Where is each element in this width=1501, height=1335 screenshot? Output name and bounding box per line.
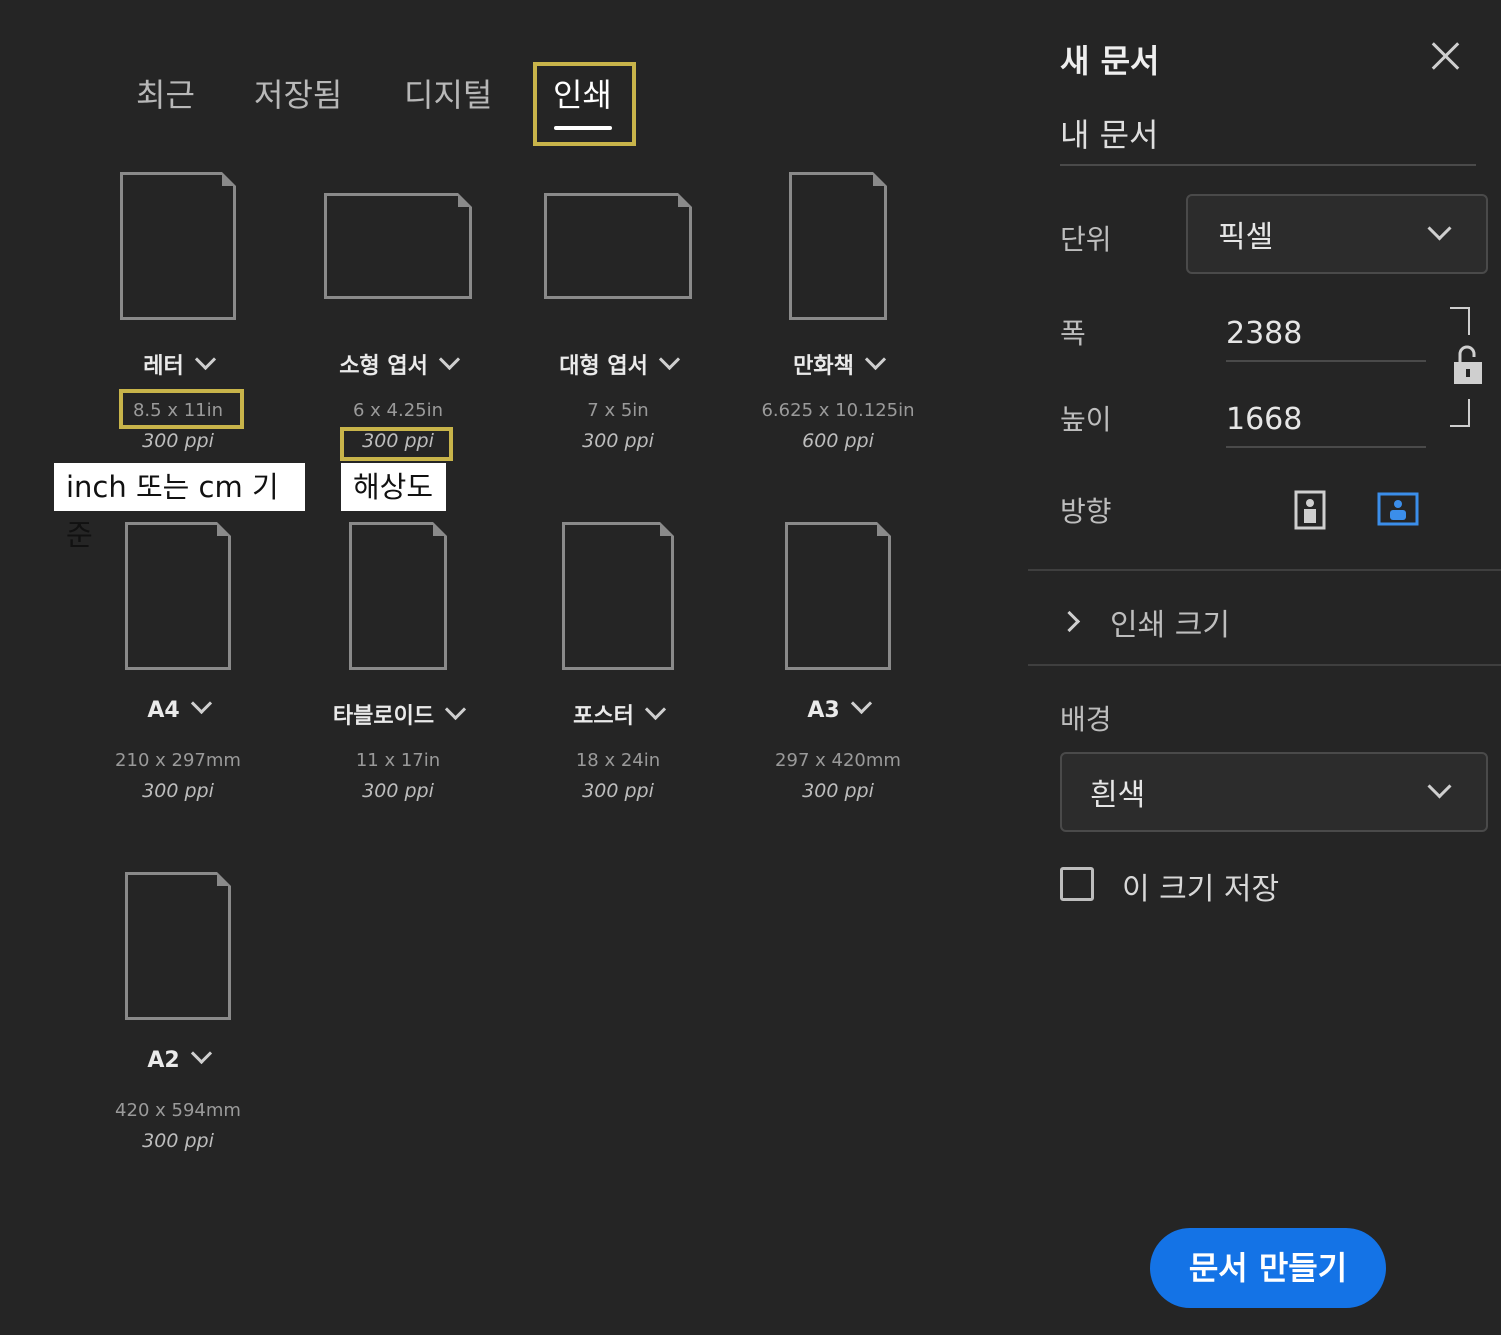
preset-a2[interactable]: A2 420 x 594mm 300 ppi <box>68 700 288 1160</box>
preset-name: A3 <box>807 698 840 723</box>
chevron-down-icon <box>1427 774 1452 799</box>
panel-title: 새 문서 <box>1060 42 1160 80</box>
preset-ppi: 300 ppi <box>362 780 434 802</box>
preset-size: 297 x 420mm <box>775 750 901 771</box>
preset-size: 420 x 594mm <box>115 1100 241 1121</box>
print-size-label: 인쇄 크기 <box>1110 608 1230 643</box>
preset-ppi: 300 ppi <box>802 780 874 802</box>
height-field[interactable]: 1668 <box>1226 402 1426 448</box>
close-icon[interactable] <box>1430 40 1462 72</box>
portrait-icon[interactable] <box>1294 490 1326 530</box>
width-field[interactable]: 2388 <box>1226 316 1426 362</box>
save-size-label: 이 크기 저장 <box>1122 872 1280 907</box>
unit-label: 단위 <box>1060 223 1112 256</box>
divider <box>1028 569 1501 571</box>
preset-name: 포스터 <box>573 704 634 729</box>
chevron-down-icon[interactable] <box>850 692 872 715</box>
unit-select[interactable]: 픽셀 <box>1186 194 1488 274</box>
background-select[interactable]: 흰색 <box>1060 752 1488 832</box>
background-label: 배경 <box>1060 703 1112 736</box>
preset-tabloid[interactable]: 타블로이드 11 x 17in 300 ppi <box>288 350 508 810</box>
document-icon <box>544 193 692 299</box>
document-icon <box>562 522 674 670</box>
divider <box>1028 664 1501 666</box>
preset-a3[interactable]: A3 297 x 420mm 300 ppi <box>728 350 948 810</box>
background-value: 흰색 <box>1090 778 1146 813</box>
document-icon <box>125 522 231 670</box>
preset-name: A2 <box>147 1048 180 1073</box>
preset-ppi: 300 ppi <box>142 1130 214 1152</box>
chevron-down-icon <box>1427 216 1452 241</box>
unit-value: 픽셀 <box>1218 220 1274 255</box>
preset-ppi: 300 ppi <box>582 780 654 802</box>
document-name-field[interactable]: 내 문서 <box>1060 110 1476 166</box>
preset-name: 타블로이드 <box>332 704 435 729</box>
preset-size: 11 x 17in <box>355 750 441 771</box>
chevron-down-icon[interactable] <box>644 698 666 721</box>
print-size-expander[interactable]: 인쇄 크기 <box>1058 600 1360 650</box>
document-icon <box>785 522 891 670</box>
save-size-checkbox[interactable] <box>1060 867 1094 901</box>
unlock-icon[interactable] <box>1452 344 1484 386</box>
document-icon <box>349 522 447 670</box>
document-icon <box>324 193 472 299</box>
height-label: 높이 <box>1060 403 1112 436</box>
chevron-right-icon <box>1058 610 1081 633</box>
document-icon <box>120 172 236 320</box>
orientation-label: 방향 <box>1060 495 1112 528</box>
create-document-button[interactable]: 문서 만들기 <box>1150 1228 1386 1308</box>
preset-size: 18 x 24in <box>575 750 661 771</box>
preset-poster[interactable]: 포스터 18 x 24in 300 ppi <box>508 350 728 810</box>
document-icon <box>789 172 887 320</box>
width-label: 폭 <box>1060 317 1086 350</box>
document-icon <box>125 872 231 1020</box>
landscape-icon[interactable] <box>1377 492 1419 526</box>
chevron-down-icon[interactable] <box>190 1042 212 1065</box>
chevron-down-icon[interactable] <box>444 698 467 721</box>
